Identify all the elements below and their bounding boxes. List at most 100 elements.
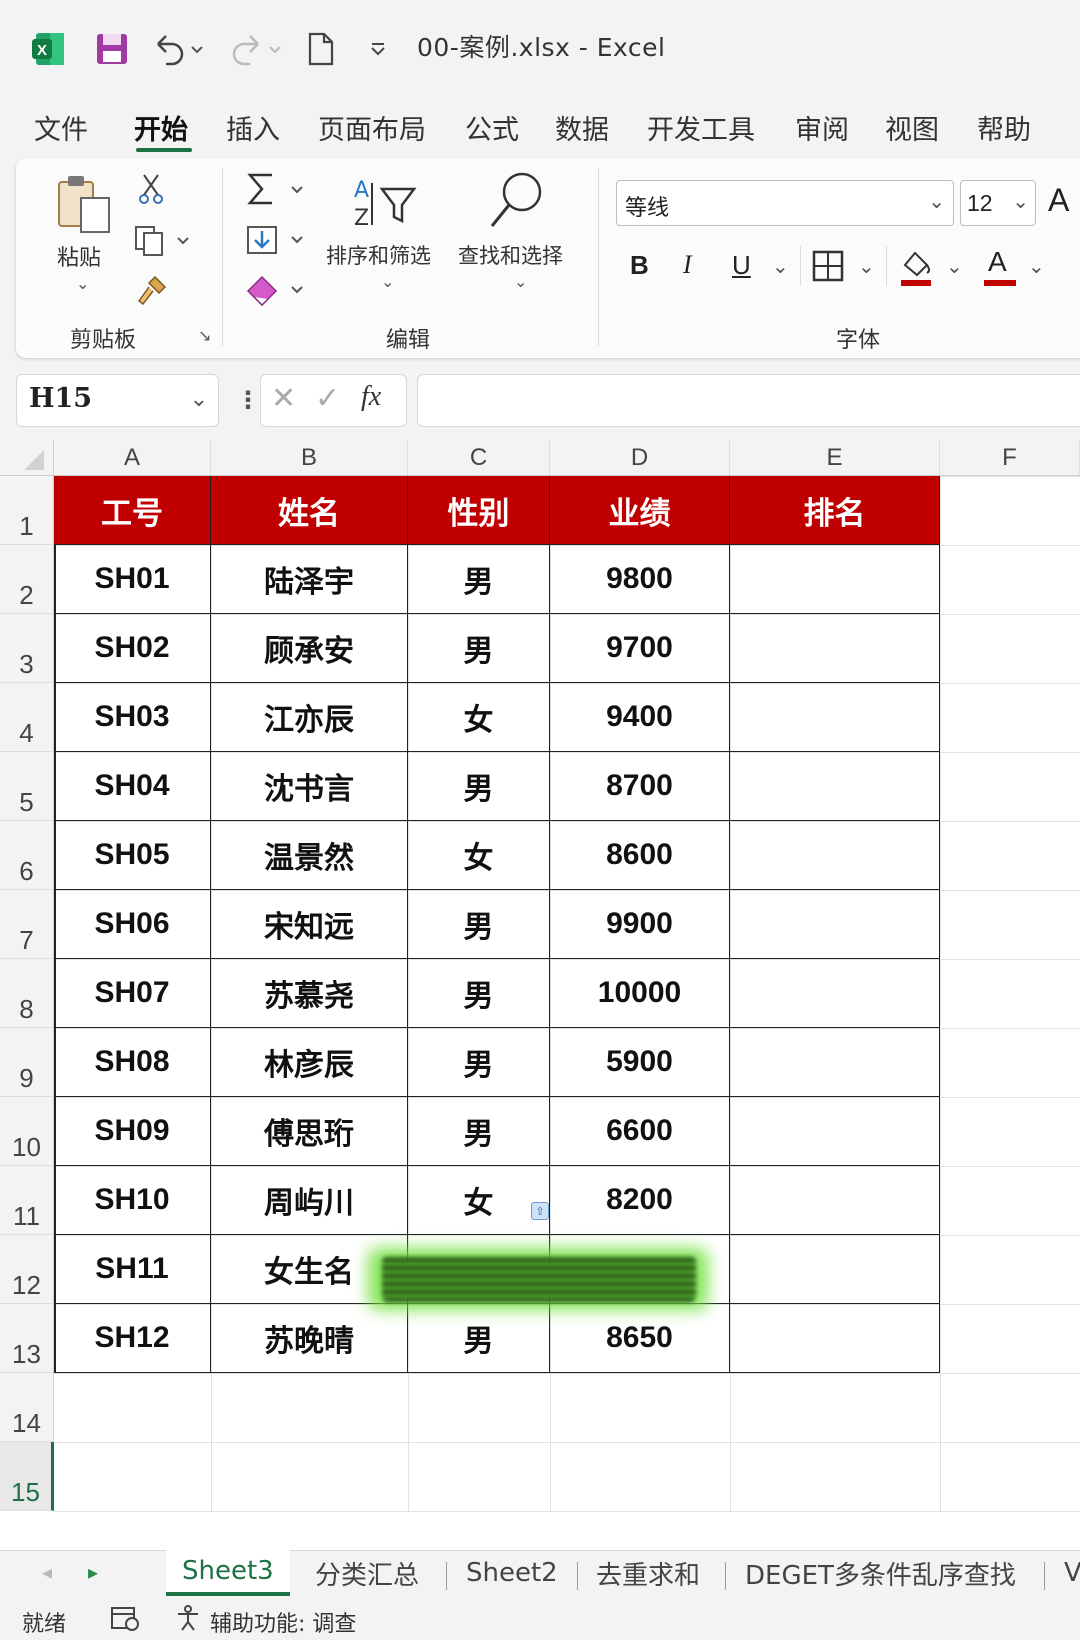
sort-filter-icon[interactable]: AZ: [348, 172, 418, 234]
table-cell[interactable]: SH01: [54, 545, 211, 614]
table-cell[interactable]: [730, 1028, 940, 1097]
table-cell[interactable]: 陆泽宇: [211, 545, 408, 614]
tab-view[interactable]: 视图: [885, 108, 939, 147]
table-cell[interactable]: 沈书言: [211, 752, 408, 821]
borders-chevron-icon[interactable]: ⌄: [858, 254, 875, 278]
table-cell[interactable]: SH02: [54, 614, 211, 683]
row-header-13[interactable]: 13: [0, 1304, 54, 1373]
find-select-label[interactable]: 查找和选择: [458, 240, 563, 270]
table-cell[interactable]: 男: [408, 959, 550, 1028]
table-cell[interactable]: 9700: [550, 614, 730, 683]
row-header-11[interactable]: 11: [0, 1166, 54, 1235]
tab-file[interactable]: 文件: [34, 108, 88, 147]
save-icon[interactable]: [94, 26, 130, 72]
table-cell[interactable]: 男: [408, 890, 550, 959]
table-cell[interactable]: 苏晚晴: [211, 1304, 408, 1373]
formula-input[interactable]: [417, 374, 1080, 427]
font-name-select[interactable]: 等线 ⌄: [616, 180, 954, 226]
row-header-7[interactable]: 7: [0, 890, 54, 959]
table-cell[interactable]: SH10: [54, 1166, 211, 1235]
table-cell[interactable]: SH11: [54, 1235, 211, 1304]
table-header-cell[interactable]: 排名: [730, 476, 940, 545]
column-header-e[interactable]: E: [730, 440, 940, 476]
row-header-1[interactable]: 1: [0, 476, 54, 545]
copy-icon[interactable]: [134, 224, 194, 258]
tab-data[interactable]: 数据: [555, 108, 609, 147]
table-cell[interactable]: 女: [408, 1166, 550, 1235]
table-cell[interactable]: 8200: [550, 1166, 730, 1235]
row-header-4[interactable]: 4: [0, 683, 54, 752]
table-cell[interactable]: 男: [408, 1028, 550, 1097]
row-header-3[interactable]: 3: [0, 614, 54, 683]
row-header-14[interactable]: 14: [0, 1373, 54, 1442]
table-header-cell[interactable]: 性别: [408, 476, 550, 545]
cancel-entry-icon[interactable]: ✕: [271, 381, 296, 416]
sheet-tab-dedup-sum[interactable]: 去重求和: [596, 1550, 700, 1596]
table-cell[interactable]: [730, 890, 940, 959]
table-cell[interactable]: 男: [408, 614, 550, 683]
table-cell[interactable]: 傅思珩: [211, 1097, 408, 1166]
table-cell[interactable]: [730, 959, 940, 1028]
table-cell[interactable]: SH06: [54, 890, 211, 959]
table-cell[interactable]: 男: [408, 545, 550, 614]
confirm-entry-icon[interactable]: ✓: [315, 381, 340, 416]
row-header-2[interactable]: 2: [0, 545, 54, 614]
find-select-chevron-icon[interactable]: ⌄: [514, 272, 527, 291]
sheet-tab-sheet2[interactable]: Sheet2: [466, 1550, 558, 1596]
table-cell[interactable]: [730, 614, 940, 683]
row-header-8[interactable]: 8: [0, 959, 54, 1028]
column-header-c[interactable]: C: [408, 440, 550, 476]
underline-chevron-icon[interactable]: ⌄: [772, 254, 789, 278]
table-cell[interactable]: SH05: [54, 821, 211, 890]
table-header-cell[interactable]: 工号: [54, 476, 211, 545]
clipboard-dialog-launcher-icon[interactable]: ↘: [198, 326, 211, 345]
table-header-cell[interactable]: 姓名: [211, 476, 408, 545]
status-accessibility[interactable]: 辅助功能: 调查: [210, 1606, 356, 1638]
font-size-chevron-icon[interactable]: ⌄: [1012, 189, 1029, 213]
column-header-b[interactable]: B: [211, 440, 408, 476]
table-cell[interactable]: [730, 683, 940, 752]
find-select-icon[interactable]: [486, 170, 548, 234]
borders-icon[interactable]: [810, 248, 846, 284]
column-header-f[interactable]: F: [940, 440, 1080, 476]
fill-icon[interactable]: [246, 222, 308, 258]
bold-button[interactable]: B: [630, 250, 649, 281]
name-box-chevron-icon[interactable]: ⌄: [190, 387, 208, 412]
row-header-10[interactable]: 10: [0, 1097, 54, 1166]
column-header-a[interactable]: A: [54, 440, 211, 476]
paste-label[interactable]: 粘贴: [57, 240, 101, 272]
sheet-tab-more[interactable]: V: [1064, 1550, 1080, 1596]
paste-options-icon[interactable]: ⇧: [531, 1202, 549, 1220]
formula-bar-grip-icon[interactable]: ⋮: [236, 386, 260, 414]
tab-home[interactable]: 开始: [134, 108, 188, 147]
table-cell[interactable]: [730, 545, 940, 614]
scroll-tabs-right-icon[interactable]: ▸: [88, 1560, 98, 1584]
table-cell[interactable]: [730, 821, 940, 890]
table-cell[interactable]: SH07: [54, 959, 211, 1028]
table-cell[interactable]: [730, 752, 940, 821]
table-cell[interactable]: 温景然: [211, 821, 408, 890]
font-name-chevron-icon[interactable]: ⌄: [928, 189, 945, 213]
undo-icon[interactable]: [150, 26, 206, 72]
table-cell[interactable]: 9900: [550, 890, 730, 959]
table-cell[interactable]: 男: [408, 752, 550, 821]
table-cell[interactable]: SH09: [54, 1097, 211, 1166]
paste-icon[interactable]: [55, 172, 115, 236]
paste-dropdown-chevron-icon[interactable]: ⌄: [76, 274, 89, 293]
name-box[interactable]: H15 ⌄: [16, 374, 219, 427]
row-header-12[interactable]: 12: [0, 1235, 54, 1304]
table-cell[interactable]: 8650: [550, 1304, 730, 1373]
table-cell[interactable]: SH12: [54, 1304, 211, 1373]
row-header-6[interactable]: 6: [0, 821, 54, 890]
table-cell[interactable]: 男: [408, 1304, 550, 1373]
table-cell[interactable]: [730, 1304, 940, 1373]
fill-color-chevron-icon[interactable]: ⌄: [946, 254, 963, 278]
table-cell[interactable]: 男: [408, 1097, 550, 1166]
scroll-tabs-left-icon[interactable]: ◂: [42, 1560, 52, 1584]
tab-page-layout[interactable]: 页面布局: [318, 108, 426, 147]
fill-color-icon[interactable]: [898, 246, 934, 288]
sheet-tab-dget[interactable]: DEGET多条件乱序查找: [745, 1550, 1016, 1596]
format-painter-icon[interactable]: [134, 272, 170, 308]
table-cell[interactable]: 8700: [550, 752, 730, 821]
tab-formulas[interactable]: 公式: [465, 108, 519, 147]
